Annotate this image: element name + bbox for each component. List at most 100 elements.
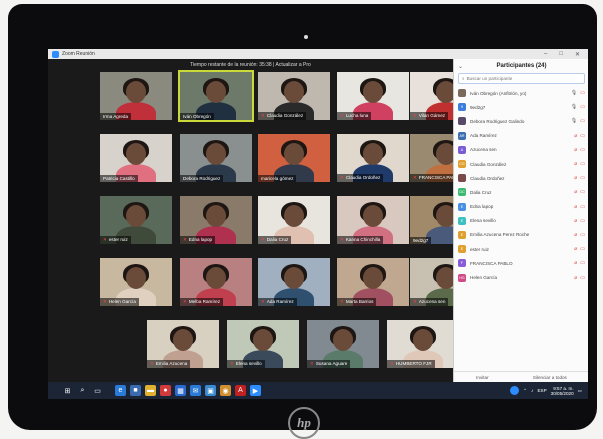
mic-muted-icon: ✕ (261, 113, 265, 118)
media-icon[interactable]: ● (160, 385, 171, 396)
volume-icon[interactable]: ♪ (531, 388, 533, 393)
participant-video-tile[interactable]: ✕ Elena sevillo (227, 320, 299, 368)
microphone-muted-icon[interactable]: ⌀ (574, 246, 577, 252)
participant-list-item[interactable]: Claudia Ordoñez ⌀ ▭ (454, 171, 588, 185)
mute-all-button[interactable]: Silenciar a todos (533, 375, 567, 380)
windows-start-icon[interactable]: ⊞ (62, 385, 73, 396)
participant-video-tile[interactable]: ✕ Lucha luna (337, 72, 409, 120)
camera-off-icon[interactable]: ▭ (580, 260, 585, 266)
task-view-icon[interactable]: ▭ (92, 385, 103, 396)
notifications-icon[interactable]: ▭ (578, 388, 582, 394)
camera-off-icon[interactable]: ▭ (580, 218, 585, 224)
camera-off-icon[interactable]: ▭ (580, 232, 585, 238)
microphone-muted-icon[interactable]: ⌀ (574, 133, 577, 139)
camera-off-icon[interactable]: ▭ (580, 104, 585, 110)
collapse-icon[interactable]: ⌄ (458, 63, 463, 70)
participant-list-item[interactable]: HG Helen García ⌀ ▭ (454, 270, 588, 284)
participant-list-item[interactable]: Iván Obregón (Anfitrión, yo) 🎙︎ ▭ (454, 86, 588, 100)
participant-name: Lucha luna (345, 113, 369, 118)
participant-video-tile[interactable]: ✕ Susana Aguare (307, 320, 379, 368)
participant-list-item[interactable]: E Emilia Azucena Perez Roche ⌀ ▭ (454, 228, 588, 242)
camera-off-icon[interactable]: ▭ (580, 175, 585, 181)
participant-list-item[interactable]: E Elena sevillo ⌀ ▭ (454, 214, 588, 228)
mail-icon[interactable]: ✉ (190, 385, 201, 396)
minimize-icon[interactable]: – (544, 51, 547, 58)
microphone-muted-icon[interactable]: ⌀ (574, 204, 577, 210)
microphone-muted-icon[interactable]: ⌀ (574, 232, 577, 238)
calendar-icon[interactable]: ▦ (175, 385, 186, 396)
store-icon[interactable]: ■ (130, 385, 141, 396)
camera-off-icon[interactable]: ▭ (580, 246, 585, 252)
microphone-muted-icon[interactable]: ⌀ (574, 260, 577, 266)
cortana-icon[interactable] (510, 386, 520, 395)
participant-list-item[interactable]: AR Ada Ramírez ⌀ ▭ (454, 129, 588, 143)
camera-off-icon[interactable]: ▭ (580, 204, 585, 210)
file-explorer-icon[interactable]: ▬ (145, 385, 156, 396)
participant-video-tile[interactable]: Patricia Castillo (100, 134, 172, 182)
participant-video-tile[interactable]: ✕ Melba Ramírez (180, 258, 252, 306)
camera-off-icon[interactable]: ▭ (580, 90, 585, 96)
participant-video-tile[interactable]: ✕ Claudia González (258, 72, 330, 120)
camera-off-icon[interactable]: ▭ (580, 118, 585, 124)
invite-button[interactable]: Invitar (476, 375, 489, 380)
participant-video-tile[interactable]: Irma Agreda (100, 72, 172, 120)
zoom-app-icon[interactable]: ▶ (250, 385, 261, 396)
participant-name: HUMBERTO FJR (395, 361, 432, 366)
participant-video-tile[interactable]: ✕ Dalia Cruz (258, 196, 330, 244)
participant-video-tile[interactable]: ✕ Karina Chinchilla (337, 196, 409, 244)
participant-list-item[interactable]: A Azucena sen ⌀ ▭ (454, 143, 588, 157)
participant-video-tile[interactable]: Iván Obregón (178, 70, 254, 122)
edge-icon[interactable]: e (115, 385, 126, 396)
microphone-muted-icon[interactable]: ⌀ (574, 189, 577, 195)
search-icon[interactable]: ⌕ (77, 385, 88, 396)
microphone-muted-icon[interactable]: ⌀ (574, 147, 577, 153)
acrobat-icon[interactable]: A (235, 385, 246, 396)
camera-off-icon[interactable]: ▭ (580, 161, 585, 167)
participant-video-tile[interactable]: ✕ Marta Barrios (337, 258, 409, 306)
photos-icon[interactable]: ▣ (205, 385, 216, 396)
participant-list-name: Dalia Cruz (470, 189, 492, 195)
participant-list-item[interactable]: DC Dalia Cruz ⌀ ▭ (454, 185, 588, 199)
participant-video-tile[interactable]: ✕ HUMBERTO FJR (387, 320, 459, 368)
camera-off-icon[interactable]: ▭ (580, 275, 585, 281)
participant-list-name: FRANCISCA PABLO (470, 260, 513, 266)
participant-name: Elena sevillo (235, 361, 262, 366)
participant-video-tile[interactable]: ✕ Helen García (100, 258, 172, 306)
camera-off-icon[interactable]: ▭ (580, 147, 585, 153)
participant-video-tile[interactable]: ✕ Ada Ramírez (258, 258, 330, 306)
participant-list-name: Helen García (470, 275, 498, 281)
participant-list-item[interactable]: CG Claudia González ⌀ ▭ (454, 157, 588, 171)
participant-video-tile[interactable]: ✕ Emilia Azucena (147, 320, 219, 368)
participant-list-item[interactable]: E Edna lapop ⌀ ▭ (454, 200, 588, 214)
participant-list-item[interactable]: F FRANCISCA PABLO ⌀ ▭ (454, 256, 588, 270)
mic-muted-icon: ✕ (340, 237, 344, 242)
microphone-muted-icon[interactable]: ⌀ (574, 275, 577, 281)
participant-search-input[interactable]: ⌕ Buscar un participante (458, 73, 585, 84)
network-icon[interactable]: ⌃ (523, 388, 527, 394)
microphone-muted-icon[interactable]: ⌀ (574, 161, 577, 167)
microphone-icon[interactable]: 🎙︎ (571, 118, 577, 124)
microphone-muted-icon[interactable]: ⌀ (574, 218, 577, 224)
participant-list-item[interactable]: Debora Rodriguez Galindo 🎙︎ ▭ (454, 114, 588, 128)
participant-list-item[interactable]: Eester ruiz ⌀ ▭ (454, 242, 588, 256)
chrome-icon[interactable]: ◉ (220, 385, 231, 396)
participant-list-name: Debora Rodriguez Galindo (470, 118, 525, 124)
microphone-icon[interactable]: 🎙︎ (571, 104, 577, 110)
participant-video-tile[interactable]: ✕ ester ruiz (100, 196, 172, 244)
camera-off-icon[interactable]: ▭ (580, 133, 585, 139)
participant-list-name: Claudia Ordoñez (470, 175, 505, 181)
participant-video-tile[interactable]: Debora Rodriguez (180, 134, 252, 182)
microphone-icon[interactable]: 🎙︎ (571, 90, 577, 96)
participant-video-tile[interactable]: maricela gómez (258, 134, 330, 182)
microphone-muted-icon[interactable]: ⌀ (574, 175, 577, 181)
participant-video-tile[interactable]: ✕ Edna lapop (180, 196, 252, 244)
close-icon[interactable]: ✕ (575, 51, 580, 58)
camera-off-icon[interactable]: ▭ (580, 189, 585, 195)
participant-video-tile[interactable]: ✕ Claudia Ordoñez (337, 134, 409, 182)
person-face (363, 81, 383, 103)
maximize-icon[interactable]: □ (559, 51, 563, 58)
participant-list-item[interactable]: 9 9ed2g7 🎙︎ ▭ (454, 100, 588, 114)
participants-panel: ⌄ Participantes (24) ⌕ Buscar un partici… (453, 59, 588, 382)
person-face (363, 143, 383, 165)
language-indicator[interactable]: ESP (537, 388, 546, 393)
